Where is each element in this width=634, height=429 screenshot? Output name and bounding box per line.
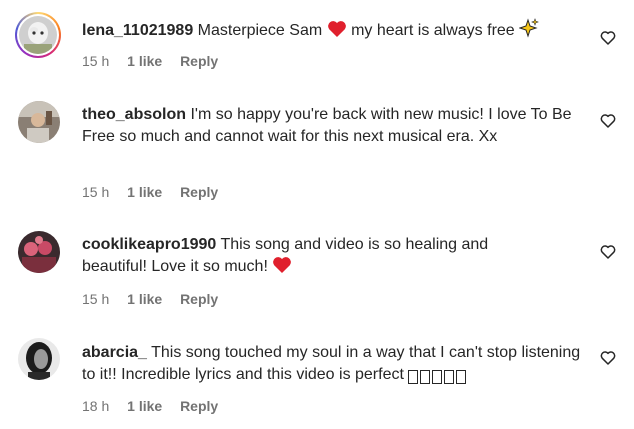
like-heart-icon[interactable]: [600, 244, 616, 260]
comment-content: theo_absolon I'm so happy you're back wi…: [82, 104, 582, 148]
comment-username[interactable]: lena_11021989: [82, 22, 193, 39]
comment-text: This song touched my soul in a way that …: [82, 344, 581, 383]
avatar-image: [18, 338, 60, 380]
comment-text-continued: my heart is always free: [351, 22, 515, 39]
comment-username[interactable]: abarcia_: [82, 344, 147, 361]
comment-meta: 15 h 1 like Reply: [82, 291, 232, 307]
heart-emoji-icon: [272, 256, 292, 281]
like-heart-icon[interactable]: [600, 30, 616, 46]
comment-time: 18 h: [82, 398, 110, 414]
comment-time: 15 h: [82, 291, 110, 307]
avatar[interactable]: [18, 338, 60, 380]
comments-list: lena_11021989 Masterpiece Sam my heart i…: [0, 0, 634, 429]
comment-text: Masterpiece Sam: [197, 22, 323, 39]
missing-glyph-icon: [408, 367, 468, 389]
comment-content: cooklikeapro1990 This song and video is …: [82, 234, 542, 281]
reply-button[interactable]: Reply: [180, 398, 218, 414]
comment-meta: 15 h 1 like Reply: [82, 53, 232, 69]
avatar-image: [18, 101, 60, 143]
avatar[interactable]: [18, 101, 60, 143]
like-heart-icon[interactable]: [600, 350, 616, 366]
avatar-image: [19, 16, 57, 54]
comment-content: lena_11021989 Masterpiece Sam my heart i…: [82, 18, 582, 45]
avatar[interactable]: [15, 12, 61, 58]
avatar[interactable]: [18, 231, 60, 273]
reply-button[interactable]: Reply: [180, 291, 218, 307]
heart-emoji-icon: [327, 20, 347, 45]
like-heart-icon[interactable]: [600, 113, 616, 129]
comment-meta: 15 h 1 like Reply: [82, 184, 232, 200]
comment-time: 15 h: [82, 184, 110, 200]
comment-likes[interactable]: 1 like: [127, 398, 162, 414]
avatar-image: [18, 231, 60, 273]
comment-likes[interactable]: 1 like: [127, 291, 162, 307]
reply-button[interactable]: Reply: [180, 53, 218, 69]
comment-username[interactable]: cooklikeapro1990: [82, 236, 216, 253]
comment-content: abarcia_ This song touched my soul in a …: [82, 342, 587, 389]
sparkles-emoji-icon: [518, 18, 540, 45]
comment-likes[interactable]: 1 like: [127, 184, 162, 200]
comment-username[interactable]: theo_absolon: [82, 106, 186, 123]
reply-button[interactable]: Reply: [180, 184, 218, 200]
comment-likes[interactable]: 1 like: [127, 53, 162, 69]
comment-meta: 18 h 1 like Reply: [82, 398, 232, 414]
comment-time: 15 h: [82, 53, 110, 69]
